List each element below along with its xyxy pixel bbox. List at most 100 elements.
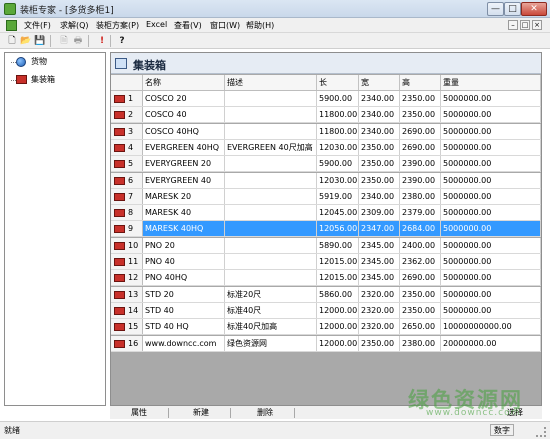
table-row[interactable]: 7 MARESK 20 5919.00 2340.00 2380.00 5000000.0… (111, 188, 541, 205)
cell-name[interactable]: COSCO 20 (143, 91, 225, 106)
cell-width[interactable]: 2340.00 (359, 123, 400, 139)
cell-weight[interactable]: 5000000.00 (441, 156, 541, 172)
tab-select[interactable]: 选择 (490, 406, 540, 419)
row-header[interactable]: 1 (111, 91, 143, 106)
mdi-close-button[interactable]: × (532, 20, 542, 30)
cell-length[interactable]: 12015.00 (317, 254, 359, 269)
cell-weight[interactable]: 5000000.00 (441, 188, 541, 204)
cell-width[interactable]: 2320.00 (359, 286, 400, 302)
cell-width[interactable]: 2320.00 (359, 302, 400, 318)
menu-help[interactable]: 帮助(H) (246, 20, 274, 31)
table-row[interactable]: 9 MARESK 40HQ 12056.00 2347.00 2684.00 500000… (111, 221, 541, 238)
cell-length[interactable]: 12056.00 (317, 221, 359, 237)
cell-name[interactable]: STD 40 HQ (143, 319, 225, 335)
cell-name[interactable]: STD 20 (143, 286, 225, 302)
cell-weight[interactable]: 10000000000.00 (441, 319, 541, 335)
tab-delete[interactable]: 删除 (240, 406, 290, 419)
cell-length[interactable]: 12045.00 (317, 205, 359, 221)
row-header[interactable]: 8 (111, 205, 143, 221)
column-header-weight[interactable]: 重量 (441, 75, 541, 90)
open-folder-icon[interactable]: 📂 (20, 35, 32, 47)
new-icon[interactable]: 🗋 (6, 35, 18, 47)
cell-height[interactable]: 2350.00 (400, 302, 441, 318)
cell-width[interactable]: 2347.00 (359, 221, 400, 237)
column-header-length[interactable]: 长 (317, 75, 359, 90)
cell-description[interactable] (225, 91, 317, 106)
close-button[interactable]: ✕ (521, 2, 547, 16)
cell-height[interactable]: 2684.00 (400, 221, 441, 237)
cell-name[interactable]: COSCO 40HQ (143, 123, 225, 139)
cell-description[interactable]: 标准40尺 (225, 302, 317, 318)
table-row[interactable]: 4 EVERGREEN 40HQ EVERGREEN 40尺加高 12030.00 23… (111, 139, 541, 156)
row-header[interactable]: 5 (111, 156, 143, 172)
column-header-name[interactable]: 名称 (143, 75, 225, 90)
cell-width[interactable]: 2350.00 (359, 156, 400, 172)
mdi-minimize-button[interactable]: – (508, 20, 518, 30)
resize-grip-icon[interactable] (536, 427, 546, 437)
cell-height[interactable]: 2379.00 (400, 205, 441, 221)
cell-height[interactable]: 2400.00 (400, 237, 441, 253)
cell-description[interactable] (225, 172, 317, 188)
cell-length[interactable]: 12030.00 (317, 139, 359, 155)
menu-plan[interactable]: 装柜方案(P) (96, 20, 139, 31)
cell-length[interactable]: 12000.00 (317, 319, 359, 335)
cell-weight[interactable]: 5000000.00 (441, 91, 541, 106)
cell-length[interactable]: 11800.00 (317, 107, 359, 123)
cell-height[interactable]: 2690.00 (400, 270, 441, 286)
row-header[interactable]: 16 (111, 335, 143, 351)
cell-weight[interactable]: 5000000.00 (441, 254, 541, 269)
cell-weight[interactable]: 5000000.00 (441, 107, 541, 123)
cell-name[interactable]: COSCO 40 (143, 107, 225, 123)
cell-description[interactable] (225, 270, 317, 286)
cell-description[interactable] (225, 254, 317, 269)
tree-item-containers[interactable]: 集装箱 (31, 74, 55, 86)
cell-width[interactable]: 2350.00 (359, 139, 400, 155)
cell-description[interactable] (225, 237, 317, 253)
cell-description[interactable] (225, 188, 317, 204)
cell-width[interactable]: 2345.00 (359, 254, 400, 269)
cell-length[interactable]: 11800.00 (317, 123, 359, 139)
cell-width[interactable]: 2309.00 (359, 205, 400, 221)
cell-description[interactable]: 绿色资源网 (225, 335, 317, 351)
cell-length[interactable]: 12000.00 (317, 302, 359, 318)
cell-width[interactable]: 2350.00 (359, 172, 400, 188)
cell-name[interactable]: MARESK 20 (143, 188, 225, 204)
cell-height[interactable]: 2690.00 (400, 123, 441, 139)
cell-weight[interactable]: 5000000.00 (441, 270, 541, 286)
row-header[interactable]: 3 (111, 123, 143, 139)
cell-weight[interactable]: 5000000.00 (441, 139, 541, 155)
cell-height[interactable]: 2390.00 (400, 156, 441, 172)
cell-weight[interactable]: 5000000.00 (441, 205, 541, 221)
column-header-description[interactable]: 描述 (225, 75, 317, 90)
print-icon[interactable]: 🖶 (72, 35, 84, 47)
cell-height[interactable]: 2350.00 (400, 91, 441, 106)
cell-name[interactable]: EVERYGREEN 20 (143, 156, 225, 172)
cell-length[interactable]: 12015.00 (317, 270, 359, 286)
table-row[interactable]: 12 PNO 40HQ 12015.00 2345.00 2690.00 5000000.… (111, 270, 541, 287)
cell-width[interactable]: 2350.00 (359, 335, 400, 351)
cell-width[interactable]: 2340.00 (359, 188, 400, 204)
table-row[interactable]: 6 EVERYGREEN 40 12030.00 2350.00 2390.00 5000… (111, 172, 541, 189)
cell-width[interactable]: 2345.00 (359, 270, 400, 286)
cell-width[interactable]: 2320.00 (359, 319, 400, 335)
print-preview-icon[interactable]: 🗎 (58, 35, 70, 47)
table-row[interactable]: 14 STD 40 标准40尺 12000.00 2320.00 2350.00 50000… (111, 302, 541, 319)
cell-weight[interactable]: 5000000.00 (441, 123, 541, 139)
row-header[interactable]: 9 (111, 221, 143, 237)
tab-new[interactable]: 新建 (176, 406, 226, 419)
menu-excel[interactable]: Excel (146, 20, 167, 29)
table-row[interactable]: 2 COSCO 40 11800.00 2340.00 2350.00 5000000.0… (111, 107, 541, 124)
column-header-height[interactable]: 高 (400, 75, 441, 90)
cell-description[interactable] (225, 205, 317, 221)
row-header[interactable]: 15 (111, 319, 143, 335)
minimize-button[interactable]: — (487, 2, 504, 16)
cell-weight[interactable]: 5000000.00 (441, 302, 541, 318)
row-header[interactable]: 10 (111, 237, 143, 253)
cell-name[interactable]: PNO 40HQ (143, 270, 225, 286)
cell-name[interactable]: PNO 20 (143, 237, 225, 253)
table-row[interactable]: 11 PNO 40 12015.00 2345.00 2362.00 5000000.00 (111, 254, 541, 270)
cell-height[interactable]: 2650.00 (400, 319, 441, 335)
table-row[interactable]: 5 EVERYGREEN 20 5900.00 2350.00 2390.00 50000… (111, 156, 541, 173)
table-row[interactable]: 13 STD 20 标准20尺 5860.00 2320.00 2350.00 500000… (111, 286, 541, 303)
cell-weight[interactable]: 5000000.00 (441, 172, 541, 188)
